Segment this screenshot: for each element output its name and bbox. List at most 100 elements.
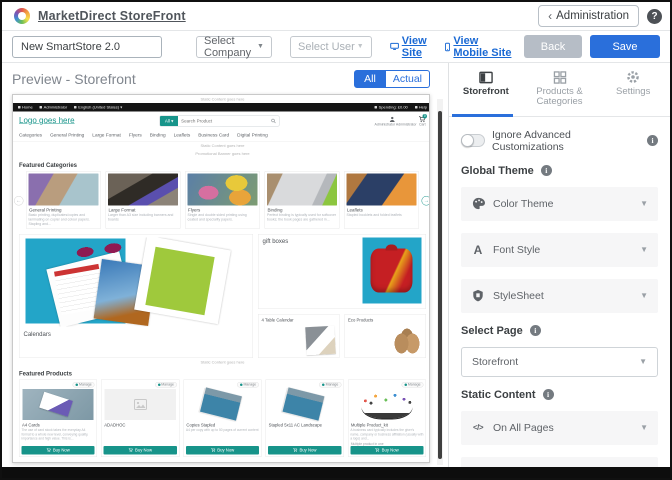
customization-panel: Storefront Products & Categories Setting… — [448, 63, 670, 467]
eco-products-card[interactable]: Eco Products — [345, 314, 426, 358]
administration-button[interactable]: ‹ Administration — [538, 5, 639, 27]
select-page-dropdown[interactable]: Storefront ▼ — [461, 347, 658, 377]
product-card[interactable]: Manage Multiple Product_kit A business c… — [348, 380, 426, 457]
view-actual-button[interactable]: Actual — [386, 70, 430, 88]
static-content-heading: Static Content — [461, 389, 536, 401]
featured-categories-carousel: ← General Printing Basic printing, dupli… — [13, 171, 430, 229]
nav-item[interactable]: Digital Printing — [237, 133, 268, 139]
topbar-help-link[interactable]: Help — [415, 105, 427, 110]
product-image — [187, 389, 258, 420]
category-card[interactable]: Large Format Larger than A3 size includi… — [106, 171, 181, 229]
topbar-administrator-link[interactable]: Administrator — [40, 105, 68, 110]
product-card[interactable]: Manage ADADHOC Buy Now — [101, 380, 179, 457]
gift-boxes-card[interactable]: gift boxes — [258, 234, 426, 309]
featured-products-row: Manage A4 Cards The use of card stock ta… — [13, 380, 430, 457]
manage-badge[interactable]: Manage — [237, 382, 259, 388]
toggle-knob — [461, 134, 474, 147]
carousel-prev-button[interactable]: ← — [14, 196, 24, 206]
topbar-home-link[interactable]: Home — [18, 105, 33, 110]
bottom-black-bar — [2, 467, 670, 478]
account-menu[interactable]: Administrator Administrator — [375, 116, 410, 127]
table-calendar-card[interactable]: 4 Table Calendar — [258, 314, 339, 358]
category-card[interactable]: Flyers Single and double sided printing … — [185, 171, 260, 229]
help-icon[interactable]: ? — [647, 9, 662, 24]
eco-products-label: Eco Products — [348, 318, 373, 323]
manage-badge[interactable]: Manage — [73, 382, 95, 388]
nav-item[interactable]: Binding — [150, 133, 166, 139]
info-icon[interactable]: i — [530, 325, 541, 336]
search-scope-dropdown[interactable]: All ▾ — [160, 116, 178, 126]
stylesheet-accordion[interactable]: StyleSheet ▼ — [461, 279, 658, 313]
nav-item[interactable]: Large Format — [92, 133, 121, 139]
product-search-input[interactable] — [178, 119, 271, 124]
view-mobile-site-link[interactable]: View Mobile Site — [445, 35, 514, 59]
category-image — [347, 174, 417, 206]
tab-products-categories[interactable]: Products & Categories — [523, 63, 597, 116]
settings-gear-icon — [626, 70, 640, 84]
select-user-dropdown[interactable]: Select User ▼ — [290, 36, 372, 58]
info-icon[interactable]: i — [647, 135, 658, 146]
eco-products-image — [393, 327, 422, 355]
product-card[interactable]: Manage Stapled 5x11 AC Landscape Buy Now — [266, 380, 344, 457]
manage-badge[interactable]: Manage — [401, 382, 423, 388]
category-card[interactable]: Leaflets Stapled booklets and folded lea… — [344, 171, 419, 229]
category-card[interactable]: Binding Perfect binding is typically use… — [265, 171, 340, 229]
ignore-customizations-toggle[interactable] — [461, 134, 485, 147]
product-card[interactable]: Manage A4 Cards The use of card stock ta… — [19, 380, 97, 457]
color-theme-accordion[interactable]: Color Theme ▼ — [461, 187, 658, 221]
accordion-label: On All Pages — [493, 422, 554, 434]
product-card[interactable]: Manage Copies Stapled A4 per copy with u… — [183, 380, 261, 457]
product-title: Stapled 5x11 AC Landscape — [269, 423, 341, 428]
view-all-button[interactable]: All — [354, 70, 386, 88]
chevron-down-icon: ▼ — [639, 357, 647, 366]
cart-button[interactable]: 0 Cart — [419, 116, 427, 127]
buy-now-button[interactable]: Buy Now — [186, 446, 259, 455]
preview-scrollbar[interactable] — [437, 99, 443, 465]
buy-now-button[interactable]: Buy Now — [268, 446, 341, 455]
back-button[interactable]: Back — [524, 35, 582, 58]
buy-now-button[interactable]: Buy Now — [22, 446, 95, 455]
view-site-link[interactable]: View Site — [390, 35, 436, 59]
image-placeholder-icon — [134, 399, 147, 410]
tab-storefront[interactable]: Storefront — [449, 63, 523, 116]
save-button[interactable]: Save — [590, 35, 660, 58]
font-style-accordion[interactable]: A Font Style ▼ — [461, 233, 658, 267]
category-image — [188, 174, 258, 206]
calendars-card[interactable]: Calendars — [19, 234, 253, 358]
palette-icon — [471, 197, 485, 211]
nav-item[interactable]: Business Card — [198, 133, 229, 139]
info-icon[interactable]: i — [541, 165, 552, 176]
storefront-logo-link[interactable]: Logo goes here — [19, 117, 75, 126]
user-icon — [389, 116, 396, 123]
info-icon[interactable]: i — [543, 389, 554, 400]
on-this-page-accordion[interactable]: On This Page (Storefront) ▼ — [461, 457, 658, 467]
category-description: Basic printing, duplicates/copies and la… — [29, 214, 99, 227]
buy-now-button[interactable]: Buy Now — [104, 446, 177, 455]
carousel-next-button[interactable]: → — [422, 196, 431, 206]
manage-badge[interactable]: Manage — [155, 382, 177, 388]
search-icon[interactable] — [271, 119, 276, 124]
preview-size-toggle: All Actual — [354, 70, 430, 88]
cart-label: Cart — [419, 123, 426, 127]
buy-now-button[interactable]: Buy Now — [350, 446, 423, 455]
nav-item[interactable]: Categories — [19, 133, 42, 139]
app-title: MarketDirect StoreFront — [38, 9, 186, 23]
product-image — [351, 389, 422, 420]
nav-item[interactable]: General Printing — [50, 133, 84, 139]
app-header: MarketDirect StoreFront ‹ Administration… — [2, 2, 670, 31]
manage-badge[interactable]: Manage — [319, 382, 341, 388]
nav-item[interactable]: Leaflets — [174, 133, 191, 139]
on-all-pages-accordion[interactable]: </> On All Pages ▼ — [461, 411, 658, 445]
store-name-input[interactable] — [12, 36, 162, 58]
global-theme-heading: Global Theme — [461, 165, 534, 177]
category-card[interactable]: General Printing Basic printing, duplica… — [26, 171, 101, 229]
scrollbar-thumb[interactable] — [438, 111, 442, 459]
nav-item[interactable]: Flyers — [129, 133, 142, 139]
topbar-language-dropdown[interactable]: English (United States) ▾ — [74, 105, 122, 110]
select-company-dropdown[interactable]: Select Company ▼ — [196, 36, 272, 58]
product-description: A4 per copy with up to 50 pages of curre… — [186, 429, 259, 436]
products-categories-icon — [553, 70, 567, 84]
accordion-label: Color Theme — [493, 198, 554, 210]
tab-settings[interactable]: Settings — [596, 63, 670, 116]
category-title: General Printing — [29, 208, 98, 213]
